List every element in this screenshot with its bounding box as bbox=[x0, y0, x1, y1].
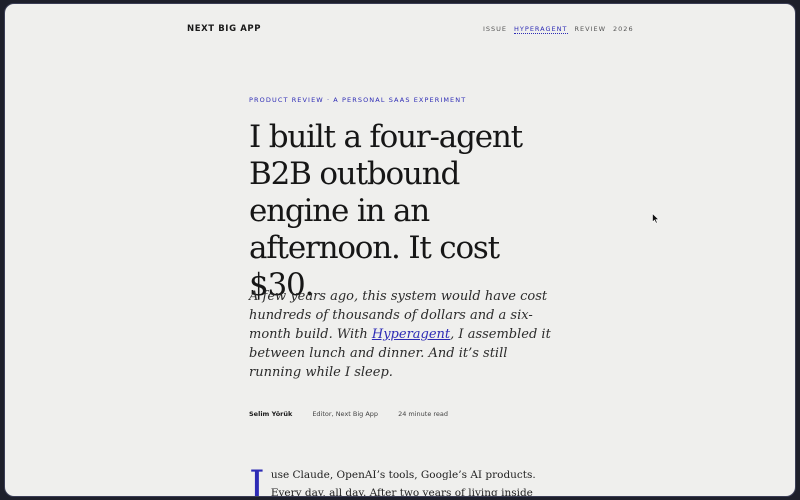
site-header: NEXT BIG APP ISSUE HYPERAGENT REVIEW 202… bbox=[5, 4, 795, 56]
author-role: Editor, Next Big App bbox=[312, 410, 379, 418]
drop-cap: I bbox=[249, 463, 265, 497]
nav-issue[interactable]: ISSUE bbox=[483, 25, 507, 34]
article-kicker: PRODUCT REVIEW · A PERSONAL SAAS EXPERIM… bbox=[249, 96, 467, 104]
nav-year[interactable]: 2026 bbox=[613, 25, 634, 34]
article-body: I use Claude, OpenAI’s tools, Google’s A… bbox=[249, 463, 561, 497]
hyperagent-link[interactable]: Hyperagent bbox=[372, 327, 450, 342]
nav-hyperagent[interactable]: HYPERAGENT bbox=[514, 25, 568, 34]
browser-viewport: NEXT BIG APP ISSUE HYPERAGENT REVIEW 202… bbox=[4, 3, 796, 497]
body-text: use Claude, OpenAI’s tools, Google’s AI … bbox=[270, 469, 536, 497]
article-headline: I built a four-agent B2B outbound engine… bbox=[249, 119, 523, 303]
byline: Selim Yörük Editor, Next Big App 24 minu… bbox=[249, 410, 448, 418]
author-name[interactable]: Selim Yörük bbox=[249, 410, 292, 418]
nav-review[interactable]: REVIEW bbox=[575, 25, 607, 34]
read-time: 24 minute read bbox=[398, 410, 449, 418]
top-nav: ISSUE HYPERAGENT REVIEW 2026 bbox=[483, 25, 634, 34]
article-dek: A few years ago, this system would have … bbox=[249, 287, 559, 382]
brand-logo[interactable]: NEXT BIG APP bbox=[187, 24, 261, 34]
mouse-pointer-icon bbox=[652, 213, 660, 224]
